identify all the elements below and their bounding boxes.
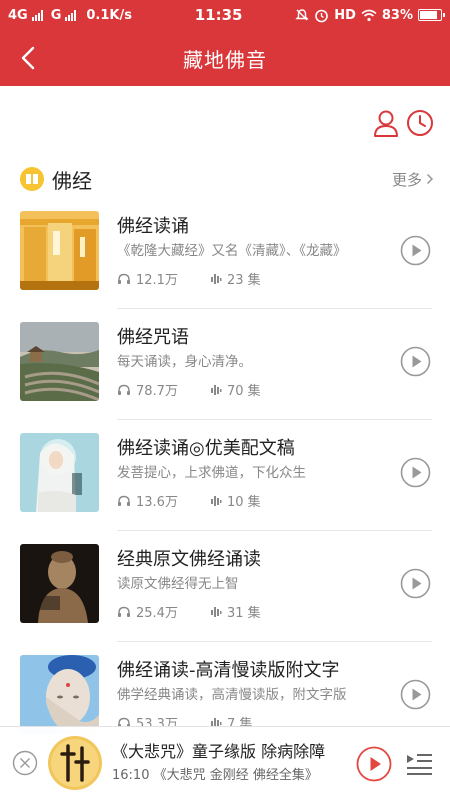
album-cover [20, 544, 99, 623]
mini-player[interactable]: 《大悲咒》童子缘版 除病除障 16:10 《大悲咒 金刚经 佛经全集》 [0, 726, 450, 800]
section-header: 佛经 更多 [20, 164, 434, 194]
status-bar: 4G G 0.1K/s 11:35 HD 83% [0, 0, 450, 30]
play-icon[interactable] [400, 679, 431, 710]
album-subtitle: 发菩提心，上求佛道，下化众生 [117, 465, 306, 481]
episode-count: 23 集 [226, 273, 261, 288]
status-time: 11:35 [194, 6, 243, 24]
album-cover [20, 322, 99, 401]
user-icon [374, 110, 398, 137]
alarm-icon [315, 9, 329, 22]
now-playing-cover [48, 736, 102, 790]
play-count: 25.4万 [136, 606, 178, 621]
album-cover [20, 655, 99, 734]
album-title: 佛经读诵◎优美配文稿 [117, 438, 295, 459]
close-icon[interactable] [12, 750, 38, 776]
back-button[interactable] [14, 44, 42, 72]
headphone-icon [118, 273, 130, 284]
play-icon[interactable] [400, 346, 431, 377]
episodes-icon [210, 495, 222, 506]
album-cover [20, 211, 99, 290]
album-item[interactable]: 经典原文佛经诵读 读原文佛经得无上智 25.4万 31 集 [0, 531, 450, 642]
now-playing-subtitle: 16:10 《大悲咒 金刚经 佛经全集》 [112, 768, 318, 783]
history-clock-icon [407, 110, 433, 136]
album-title: 经典原文佛经诵读 [117, 549, 261, 570]
play-icon[interactable] [400, 235, 431, 266]
title-bar: 藏地佛音 [0, 30, 450, 86]
more-link[interactable]: 更多 [392, 169, 434, 190]
play-count: 13.6万 [136, 495, 178, 510]
network-label-2: G [50, 7, 62, 23]
album-item[interactable]: 佛经咒语 每天诵读，身心清净。 78.7万 70 集 [0, 309, 450, 420]
episode-count: 70 集 [226, 384, 261, 399]
episode-count: 31 集 [226, 606, 261, 621]
album-list: 佛经读诵 《乾隆大藏经》又名《清藏》、《龙藏》 12.1万 23 集 佛经咒语 … [0, 198, 450, 753]
episode-count: 10 集 [226, 495, 261, 510]
episodes-icon [210, 273, 222, 284]
album-subtitle: 《乾隆大藏经》又名《清藏》、《龙藏》 [117, 243, 347, 259]
album-meta: 13.6万 10 集 [117, 491, 261, 510]
album-subtitle: 佛学经典诵读，高清慢读版，附文字版 [117, 687, 347, 703]
play-icon[interactable] [400, 457, 431, 488]
battery-percent: 83% [381, 7, 413, 23]
page-title: 藏地佛音 [183, 47, 267, 72]
network-speed: 0.1K/s [86, 7, 132, 23]
headphone-icon [118, 384, 130, 395]
user-button[interactable] [372, 108, 400, 138]
play-icon[interactable] [400, 568, 431, 599]
headphone-icon [118, 495, 130, 506]
album-meta: 12.1万 23 集 [117, 269, 261, 288]
album-subtitle: 每天诵读，身心清净。 [117, 354, 252, 370]
signal-icon-2 [65, 9, 77, 21]
section-title: 佛经 [52, 168, 92, 193]
now-playing-title: 《大悲咒》童子缘版 除病除障 [112, 742, 326, 761]
album-meta: 25.4万 31 集 [117, 602, 261, 621]
album-item[interactable]: 佛经读诵 《乾隆大藏经》又名《清藏》、《龙藏》 12.1万 23 集 [0, 198, 450, 309]
back-arrow-icon [21, 46, 35, 70]
album-title: 佛经咒语 [117, 327, 189, 348]
play-icon[interactable] [356, 746, 392, 782]
playlist-icon[interactable] [404, 749, 434, 779]
album-cover [20, 433, 99, 512]
play-count: 12.1万 [136, 273, 178, 288]
play-count: 78.7万 [136, 384, 178, 399]
more-label: 更多 [391, 170, 422, 189]
album-item[interactable]: 佛经读诵◎优美配文稿 发菩提心，上求佛道，下化众生 13.6万 10 集 [0, 420, 450, 531]
battery-icon [418, 9, 445, 21]
album-subtitle: 读原文佛经得无上智 [117, 576, 239, 592]
hd-label: HD [334, 7, 356, 23]
album-title: 佛经读诵 [117, 216, 189, 237]
book-icon [20, 167, 44, 191]
history-button[interactable] [406, 108, 434, 138]
headphone-icon [118, 606, 130, 617]
signal-icon [31, 9, 43, 21]
toolbar-icons [372, 108, 434, 138]
episodes-icon [210, 384, 222, 395]
episodes-icon [210, 606, 222, 617]
wifi-icon [361, 9, 377, 21]
chevron-right-icon [426, 173, 434, 185]
album-title: 佛经诵读-高清慢读版附文字 [117, 660, 340, 681]
network-label-1: 4G [8, 7, 28, 23]
mute-icon [295, 9, 309, 21]
album-meta: 78.7万 70 集 [117, 380, 261, 399]
